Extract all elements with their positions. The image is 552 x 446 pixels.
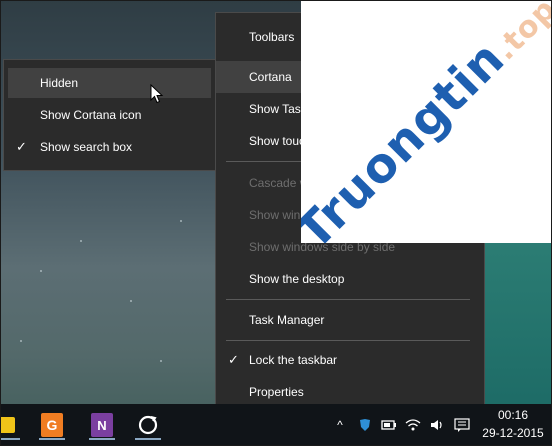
menu-item-label: Toolbars — [249, 30, 295, 44]
menu-item-label: Task Manager — [249, 313, 325, 327]
menu-item-show-desktop[interactable]: Show the desktop — [216, 263, 484, 295]
sync-app-icon[interactable] — [133, 410, 163, 440]
menu-item-label: Cascade w — [249, 176, 309, 190]
menu-item-lock-taskbar[interactable]: ✓ Lock the taskbar — [216, 344, 484, 376]
menu-item-label: Show the desktop — [249, 272, 345, 286]
menu-separator — [226, 340, 470, 341]
pdf-app-icon[interactable]: G — [37, 410, 67, 440]
tray-chevron-label: ^ — [337, 418, 343, 432]
clock-date: 29-12-2015 — [482, 426, 544, 440]
volume-icon[interactable] — [428, 404, 446, 446]
active-indicator — [135, 438, 161, 440]
menu-item-label: Hidden — [40, 76, 79, 90]
mouse-cursor-icon — [150, 84, 164, 104]
wifi-icon[interactable] — [404, 404, 422, 446]
action-center-icon[interactable] — [452, 404, 472, 446]
wallpaper-star — [40, 270, 42, 272]
watermark-logo: Truongtin.top — [301, 0, 551, 243]
watermark-panel: Truongtin.top — [301, 0, 551, 243]
submenu-item-show-search-box[interactable]: ✓ Show search box — [8, 132, 211, 162]
menu-item-label: Properties — [249, 385, 304, 399]
active-indicator — [39, 438, 65, 440]
shield-tray-icon[interactable] — [356, 404, 374, 446]
menu-separator — [226, 299, 470, 300]
checkmark-icon: ✓ — [228, 352, 239, 367]
menu-item-label: Show touc — [249, 134, 306, 148]
wallpaper-star — [160, 360, 162, 362]
submenu-item-show-cortana-icon[interactable]: Show Cortana icon — [8, 100, 211, 130]
menu-item-label: Show Task — [249, 102, 307, 116]
cortana-submenu: Hidden Show Cortana icon ✓ Show search b… — [3, 59, 216, 171]
menu-item-label: Show search box — [40, 140, 133, 154]
menu-item-label: Cortana — [249, 70, 292, 84]
active-indicator — [0, 438, 20, 440]
menu-item-label: Show Cortana icon — [40, 108, 142, 122]
menu-item-label: Show win — [249, 208, 301, 222]
wallpaper-star — [80, 240, 82, 242]
show-hidden-icons-chevron-icon[interactable]: ^ — [333, 404, 347, 446]
active-indicator — [89, 438, 115, 440]
submenu-item-hidden[interactable]: Hidden — [8, 68, 211, 98]
wallpaper-star — [180, 220, 182, 222]
battery-icon[interactable] — [380, 404, 398, 446]
menu-item-label: Lock the taskbar — [249, 353, 338, 367]
checkmark-icon: ✓ — [16, 139, 27, 154]
menu-item-task-manager[interactable]: Task Manager — [216, 304, 484, 336]
clock-time: 00:16 — [497, 408, 529, 422]
taskbar: G N ^ 00:16 29-12-2015 — [0, 404, 552, 446]
folder-icon[interactable] — [0, 410, 22, 440]
wallpaper-star — [130, 300, 132, 302]
onenote-icon[interactable]: N — [87, 410, 117, 440]
taskbar-clock[interactable]: 00:16 29-12-2015 — [478, 406, 548, 442]
watermark-text: Truongtin — [301, 30, 516, 243]
wallpaper-star — [20, 340, 22, 342]
